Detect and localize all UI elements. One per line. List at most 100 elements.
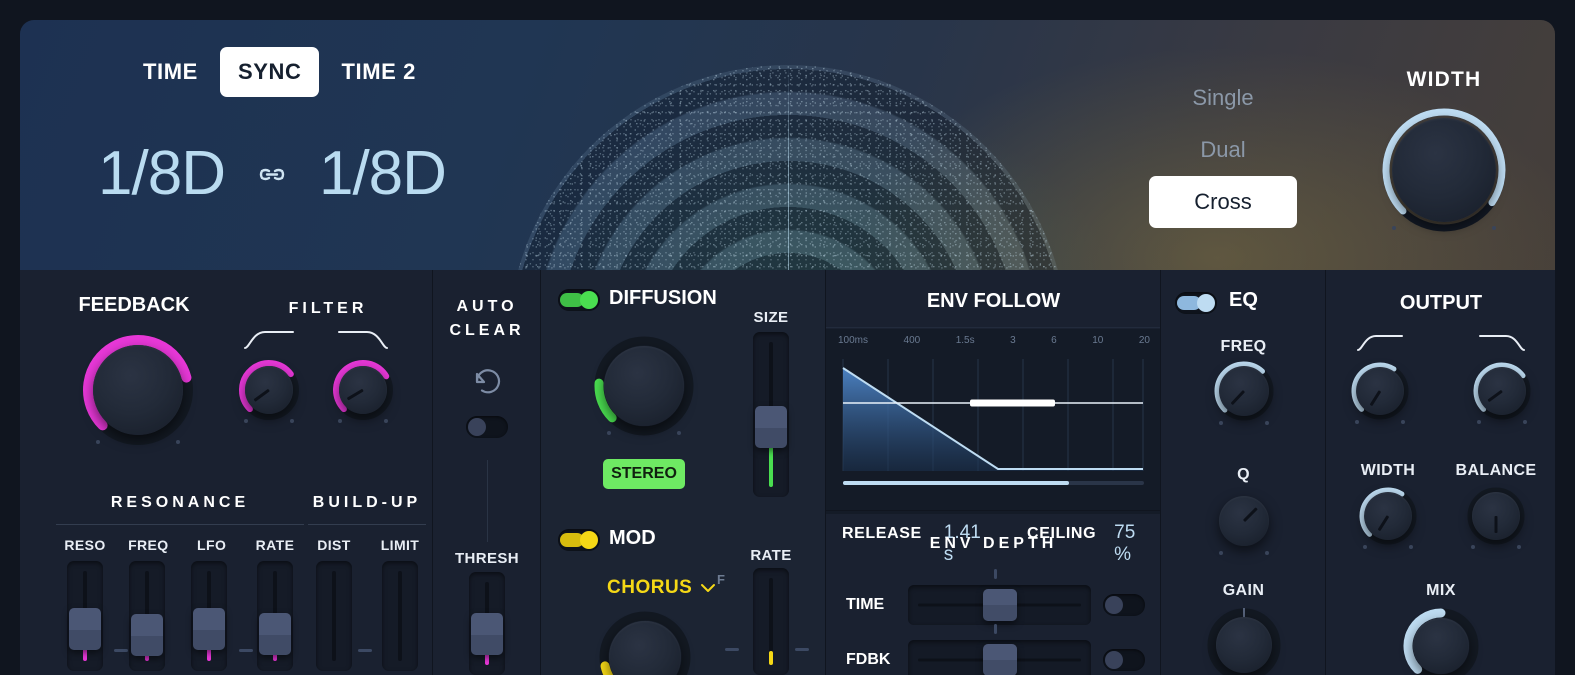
slider-freq[interactable] — [129, 561, 165, 671]
slider-reso[interactable] — [67, 561, 103, 671]
env-depth-label-time: TIME — [846, 596, 885, 613]
knob-dot-min — [1219, 551, 1223, 555]
output-filter-group — [1348, 332, 1534, 424]
knob-dot-max — [1517, 545, 1521, 549]
resonance-sliders — [56, 561, 304, 671]
slider-lfo[interactable] — [191, 561, 227, 671]
link-icon[interactable] — [251, 153, 293, 195]
output-width-knob[interactable] — [1356, 484, 1420, 549]
knob-dot-min — [1477, 420, 1481, 424]
mod-knob[interactable] — [596, 608, 694, 675]
slider-label-reso: RESO — [64, 537, 106, 553]
tick-6: 20 — [1138, 335, 1150, 346]
tab-sync[interactable]: SYNC — [219, 47, 320, 97]
output-mix-label: MIX — [1426, 582, 1456, 599]
highpass-curve-icon — [1357, 335, 1403, 351]
eq-gain-label: GAIN — [1222, 582, 1265, 599]
diffusion-toggle[interactable] — [558, 289, 600, 311]
auto-clear-title-line1: AUTO — [456, 298, 518, 315]
sphere-grain — [507, 65, 1068, 270]
tab-time-2[interactable]: TIME 2 — [323, 47, 434, 97]
eq-freq-label: FREQ — [1220, 338, 1267, 355]
thresh-slider[interactable] — [469, 572, 505, 675]
resonance-title: RESONANCE — [110, 494, 250, 511]
header-width-knob[interactable] — [1376, 102, 1512, 238]
eq-q-label: Q — [1237, 466, 1250, 483]
feedback-knob[interactable] — [78, 330, 198, 450]
knob-dot-min — [244, 419, 248, 423]
reset-arrow-icon[interactable] — [467, 360, 509, 407]
mod-type-dropdown[interactable]: CHORUS — [607, 577, 716, 599]
tick-5: 10 — [1092, 335, 1104, 346]
env-follow-title: ENV FOLLOW — [926, 290, 1061, 312]
output-highpass-knob[interactable] — [1348, 359, 1412, 424]
filter-knob-group — [236, 328, 426, 423]
routing-dual[interactable]: Dual — [1149, 124, 1297, 176]
output-balance-knob[interactable] — [1464, 484, 1528, 549]
env-follow-graph[interactable]: 100ms 400 1.5s 3 6 10 20 — [826, 329, 1161, 514]
knob-dot-max — [176, 440, 180, 444]
stereo-button[interactable]: STEREO — [603, 459, 685, 489]
eq-toggle[interactable] — [1175, 292, 1217, 314]
knob-dot-max — [1265, 551, 1269, 555]
env-depth-row-time: TIME — [846, 569, 1146, 625]
auto-clear-panel: AUTO CLEAR THRESH — [432, 270, 540, 675]
ceiling-bar-track[interactable] — [843, 481, 1144, 485]
tab-time[interactable]: TIME — [125, 47, 216, 97]
knob-dot-min — [1219, 421, 1223, 425]
tick-3: 3 — [1010, 335, 1016, 346]
output-title: OUTPUT — [1399, 292, 1483, 314]
lowpass-curve-icon — [338, 331, 388, 349]
mod-toggle[interactable] — [558, 529, 600, 551]
knob-dot-min — [1392, 226, 1396, 230]
graph-tick-labels: 100ms 400 1.5s 3 6 10 20 — [838, 335, 1150, 346]
buildup-labels: DIST LIMIT — [308, 537, 426, 553]
env-depth-slider-fdbk[interactable] — [908, 640, 1091, 675]
division-left[interactable]: 1/8D — [98, 138, 226, 209]
knob-dot-max — [290, 419, 294, 423]
buildup-sliders — [308, 561, 426, 671]
env-depth-slider-time[interactable] — [908, 585, 1091, 625]
routing-cross[interactable]: Cross — [1149, 176, 1297, 228]
knob-dot-min — [1471, 545, 1475, 549]
filter-highpass-knob[interactable] — [236, 357, 302, 423]
size-slider[interactable] — [753, 332, 789, 497]
resonance-labels: RESO FREQ LFO RATE — [56, 537, 304, 553]
mod-rate-slider[interactable] — [753, 568, 789, 675]
routing-mode-group: Single Dual Cross — [1149, 72, 1297, 228]
slider-label-limit: LIMIT — [380, 537, 420, 553]
env-depth-toggle-time[interactable] — [1103, 594, 1145, 616]
eq-q-knob[interactable] — [1211, 488, 1277, 555]
filter-title: FILTER — [288, 300, 368, 317]
diffusion-knob[interactable] — [590, 332, 698, 440]
output-lowpass-knob[interactable] — [1470, 359, 1534, 424]
routing-single[interactable]: Single — [1149, 72, 1297, 124]
eq-freq-knob[interactable] — [1211, 358, 1277, 425]
slider-label-freq: FREQ — [128, 537, 169, 553]
buildup-group: BUILD-UP DIST LIMIT — [308, 494, 426, 671]
sphere-center-axis — [787, 65, 789, 270]
highpass-curve-icon — [244, 331, 294, 349]
eq-gain-knob[interactable] — [1205, 606, 1283, 675]
output-mix-knob[interactable] — [1401, 606, 1481, 675]
tick-0: 100ms — [838, 335, 869, 346]
filter-lowpass-knob[interactable] — [330, 357, 396, 423]
thresh-label: THRESH — [454, 550, 520, 567]
slider-limit[interactable] — [382, 561, 418, 671]
mod-rate-label: RATE — [750, 547, 792, 564]
sphere-rings — [507, 65, 1068, 270]
chevron-down-icon — [701, 584, 716, 592]
env-depth-title: ENV DEPTH — [929, 535, 1058, 552]
division-right[interactable]: 1/8D — [319, 138, 447, 209]
knob-dot-max — [384, 419, 388, 423]
auto-clear-toggle[interactable] — [466, 416, 508, 438]
env-depth-toggle-fdbk[interactable] — [1103, 649, 1145, 671]
time-mode-tabs: TIME SYNC TIME 2 — [125, 47, 434, 97]
header-width-label: WIDTH — [1406, 68, 1482, 91]
mod-type-label: CHORUS — [607, 577, 693, 598]
slider-rate[interactable] — [257, 561, 293, 671]
slider-dist[interactable] — [316, 561, 352, 671]
env-depth-row-fdbk: FDBK — [846, 624, 1146, 675]
diffusion-mod-panel: DIFFUSION STEREO SIZE MOD CHORUS RATE F — [540, 270, 825, 675]
knob-dot-min — [1363, 545, 1367, 549]
